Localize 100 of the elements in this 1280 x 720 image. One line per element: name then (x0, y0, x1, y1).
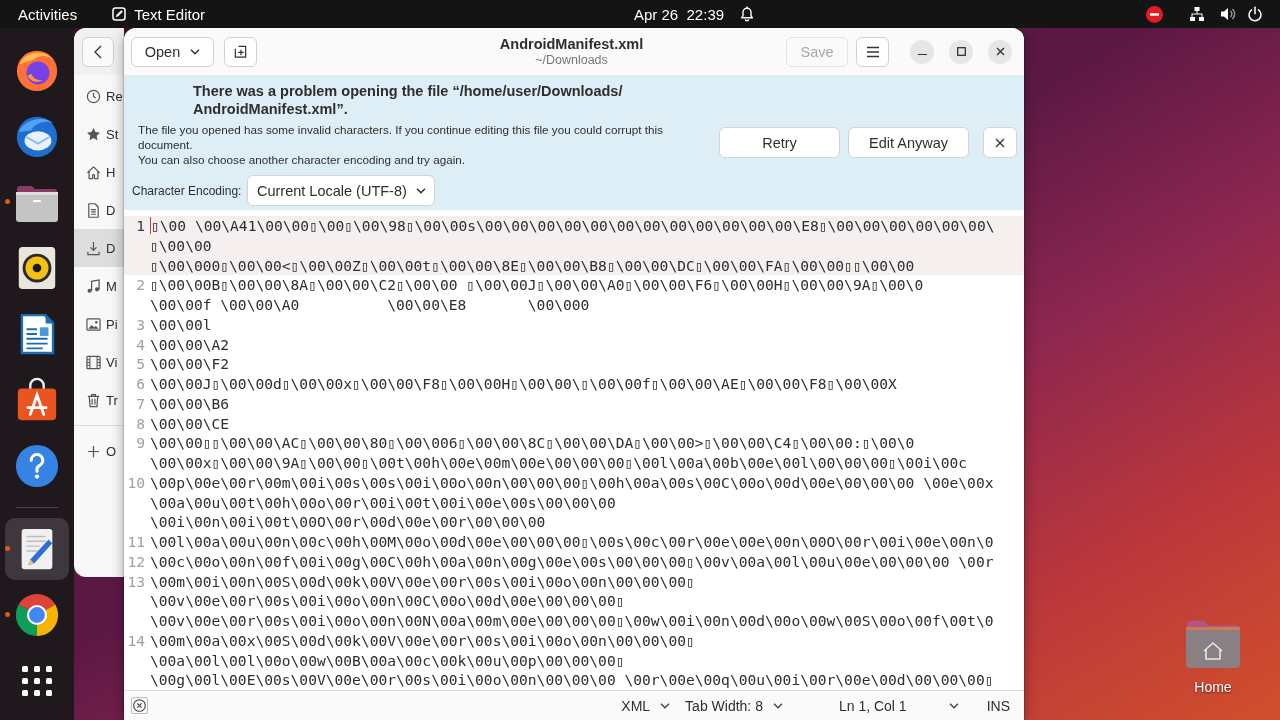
sidebar-item[interactable]: D (74, 191, 124, 229)
edit-anyway-button[interactable]: Edit Anyway (848, 127, 969, 158)
code-text: \00\00\B6 (150, 393, 230, 414)
plus-icon (86, 443, 101, 459)
code-text: \00\00\CE (150, 413, 230, 434)
music-note-icon (86, 278, 101, 294)
code-text: ▯\00\00 (150, 235, 212, 256)
chevron-left-icon (94, 44, 102, 59)
star-icon (86, 126, 101, 142)
power-icon[interactable] (1247, 6, 1263, 22)
no-entry-icon[interactable] (1146, 5, 1163, 23)
dock-launcher[interactable] (5, 518, 69, 580)
trash-icon (86, 392, 101, 408)
code-text: \00l\00a\00u\00n\00c\00h\00M\00o\00d\00e\00\00\00▯\00s\00c\00r\00e\00e\00n\00O\00r\00i\00e\00n\0 (150, 532, 994, 552)
insert-mode-indicator: INS (986, 697, 1010, 714)
sidebar-item[interactable]: D (74, 229, 124, 267)
code-text: \00a\00u\00t\00h\00o\00r\00i\00t\00i\00e\00s\00\00\00 (150, 492, 616, 513)
line-number: 6 (135, 374, 145, 394)
info-title: There was a problem opening the file “/home/user/Downloads/AndroidManifest.xml”. (193, 82, 624, 118)
new-tab-button[interactable] (224, 36, 257, 67)
desktop-icon-label[interactable]: Home (1194, 678, 1232, 696)
tab-plus-icon (233, 44, 248, 59)
sidebar-item[interactable]: St (74, 115, 124, 153)
code-text: ▯\00\00B▯\00\00\8A▯\00\00\C2▯\00\00 ▯\00\00J▯\00\00\A0▯\00\00\F6▯\00\00H▯\00\00\9A▯\00\0 (150, 275, 924, 295)
document-icon (86, 202, 101, 218)
caret-icon (948, 702, 959, 709)
line-number: 13 (126, 571, 145, 592)
info-message: The file you opened has some invalid characters. If you continue editing this file you could corrupt this document. (138, 122, 664, 152)
code-text: \00g\00l\00E\00s\00V\00e\00r\00s\00i\00o\00n\00\00\00 \00r\00e\00q\00u\00i\00r\00e\00d\00\00\00▯ (150, 670, 994, 690)
house-icon (86, 164, 101, 180)
code-text: \00v\00e\00r\00s\00i\00o\00n\00N\00a\00m\00e\00\00\00▯\00w\00i\00n\00d\00o\00w\00S\00o\00f\00t\0 (150, 611, 994, 631)
sidebar-item[interactable]: O (74, 432, 124, 470)
code-text: \00m\00a\00x\00S\00d\00k\00V\00e\00r\00s\00i\00o\00n\00\00\00▯ (150, 630, 695, 651)
code-text: \00c\00o\00n\00f\00i\00g\00C\00h\00a\00n\00g\00e\00s\00\00\00▯\00v\00a\00l\00u\00e\00\00\00 \00r (150, 551, 994, 572)
app-grid-icon (22, 666, 52, 696)
text-cursor (150, 217, 151, 234)
activities-button[interactable]: Activities (8, 2, 88, 26)
sidebar-item[interactable]: Pi (74, 305, 124, 343)
line-number: 12 (126, 551, 145, 572)
code-text: \00a\00l\00l\00o\00w\00B\00a\00c\00k\00u\00p\00\00\00▯ (150, 650, 625, 671)
home-folder-icon[interactable] (1185, 618, 1241, 668)
code-text: \00i\00n\00i\00t\00O\00r\00d\00e\00r\00\00\00 (150, 512, 546, 532)
date-time-menu[interactable]: Apr 26 22:39 (624, 2, 766, 26)
caret-icon (415, 187, 426, 194)
menu-icon (865, 45, 880, 58)
sidebar-item[interactable]: Vi (74, 343, 124, 381)
code-text: \00m\00i\00n\00S\00d\00k\00V\00e\00r\00s\00i\00o\00n\00\00\00▯ (150, 571, 695, 592)
sidebar-item[interactable]: Tr (74, 381, 124, 419)
info-message: You can also choose another character encoding and try again. (138, 152, 467, 167)
code-text: \00\00f \00\00\A0 \00\00\E8 \00\000 (150, 295, 590, 315)
ring-dot-icon (14, 592, 60, 638)
code-text: \00p\00e\00r\00m\00i\00s\00s\00i\00o\00n\00\00\00▯\00h\00a\00s\00C\00o\00d\00e\00\00\00 \00e\00x (150, 472, 994, 493)
line-number: 9 (135, 433, 145, 453)
close-button[interactable] (983, 127, 1017, 158)
sidebar-item[interactable]: M (74, 267, 124, 305)
circle-x-icon (133, 699, 146, 712)
network-icon[interactable] (1189, 6, 1205, 22)
code-text: ▯\00 \00\A41\00\00▯\00▯\00\98▯\00\00s\00\00\00\00\00\00\00\00\00\00\00\00\E8▯\00\00\00\00\00\00\ (151, 216, 995, 236)
code-text: ▯\00\000▯\00\00<▯\00\00Z▯\00\00t▯\00\00\8E▯\00\00\B8▯\00\00\DC▯\00\00\FA▯\00\00▯▯\00\00 (150, 255, 915, 276)
bell-icon (739, 6, 756, 22)
line-number: 10 (126, 472, 145, 493)
caret-icon (772, 702, 783, 709)
tab-width-dropdown[interactable]: Tab Width: 8 (685, 693, 783, 718)
help-icon (14, 443, 60, 489)
language-dropdown[interactable]: XML (621, 693, 671, 718)
code-text: \00v\00e\00r\00s\00i\00o\00n\00C\00o\00d\00e\00\00\00▯ (150, 591, 625, 611)
retry-button[interactable]: Retry (719, 127, 840, 158)
line-number: 2 (135, 275, 145, 295)
line-number: 11 (126, 532, 145, 552)
minimize-icon (917, 53, 927, 56)
line-number: 8 (135, 413, 145, 434)
cancel-button[interactable] (131, 697, 148, 714)
line-number: 7 (135, 393, 145, 414)
menu-button[interactable] (856, 36, 889, 67)
maximize-icon (956, 47, 966, 56)
caret-icon (190, 48, 201, 55)
sidebar-item[interactable]: Re (74, 77, 124, 115)
pencil-icon (112, 7, 127, 21)
line-number: 3 (135, 314, 145, 335)
window-title: AndroidManifest.xml (499, 36, 644, 53)
maximize-button[interactable] (949, 39, 973, 64)
code-text: \00\00l (150, 314, 212, 335)
encoding-dropdown[interactable]: Current Locale (UTF-8) (247, 175, 436, 206)
code-text: \00\00x▯\00\00\9A▯\00\00▯\00t\00h\00e\00m\00e\00\00\00▯\00l\00a\00b\00e\00l\00\00\00▯\00i\00c (150, 453, 968, 473)
encoding-label: Character Encoding: (132, 183, 242, 198)
cursor-position-dropdown[interactable]: Ln 1, Col 1 (838, 693, 959, 718)
speaker-icon[interactable] (1220, 6, 1236, 22)
code-text: \00\00\A2 (150, 334, 230, 355)
line-number: 5 (135, 354, 145, 374)
line-number: 14 (126, 630, 145, 651)
close-window-button[interactable] (988, 39, 1012, 64)
code-text: \00\00J▯\00\00d▯\00\00x▯\00\00\F8▯\00\00H▯\00\00\▯\00\00f▯\00\00\AE▯\00\00\F8▯\00\00X (150, 374, 897, 394)
download-icon (86, 240, 101, 256)
window-subtitle: ~/Downloads (535, 53, 608, 67)
open-button[interactable]: Open (131, 36, 214, 67)
caret-icon (660, 702, 671, 709)
app-menu-button[interactable]: Text Editor (102, 2, 216, 26)
close-icon (995, 47, 1005, 56)
sidebar-item[interactable]: H (74, 153, 124, 191)
close-icon (995, 137, 1005, 148)
